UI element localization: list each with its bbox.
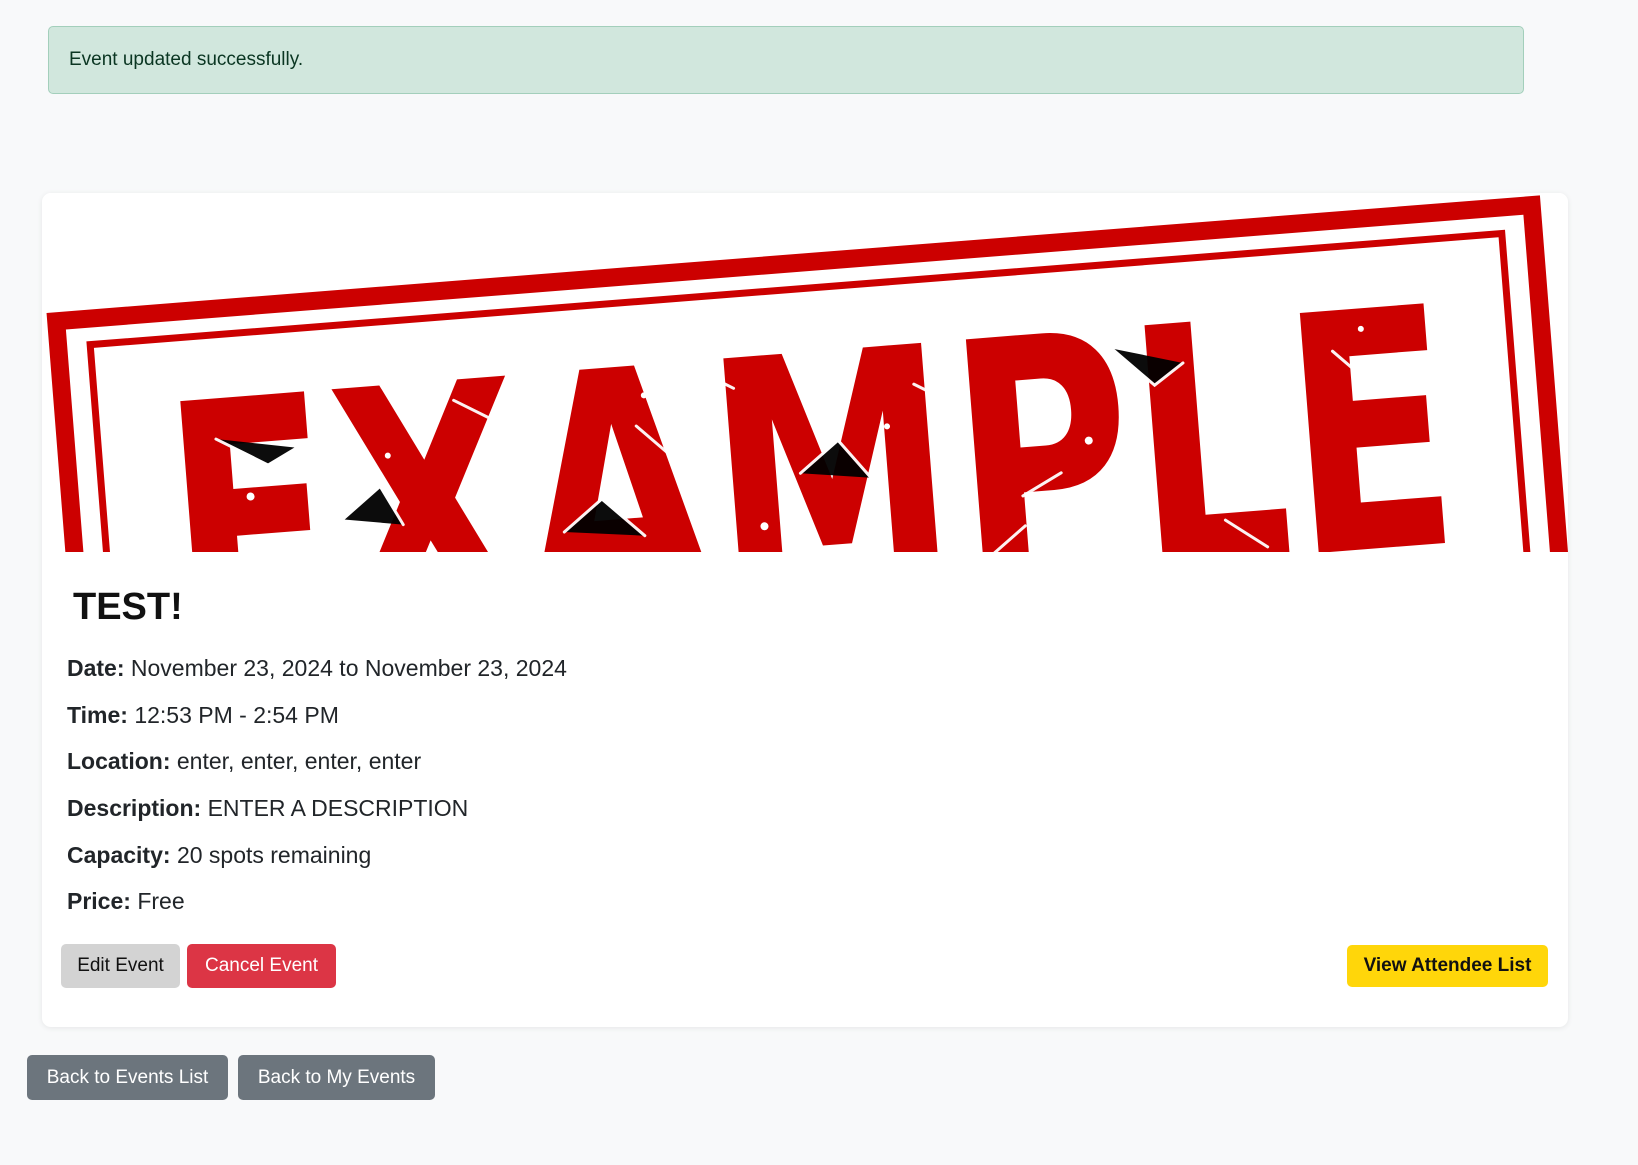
success-alert: Event updated successfully.: [48, 26, 1524, 94]
event-description-row: Description: ENTER A DESCRIPTION: [67, 793, 468, 823]
back-to-my-events-button[interactable]: Back to My Events: [238, 1055, 435, 1100]
event-time-row: Time: 12:53 PM - 2:54 PM: [67, 700, 339, 730]
cancel-event-button[interactable]: Cancel Event: [187, 944, 336, 988]
description-value: ENTER A DESCRIPTION: [207, 795, 469, 821]
time-value: 12:53 PM - 2:54 PM: [134, 702, 339, 728]
location-value: enter, enter, enter, enter: [176, 748, 422, 774]
alert-message: Event updated successfully.: [69, 49, 304, 70]
event-image: EXAMPLE: [42, 193, 1568, 552]
time-label: Time:: [67, 702, 128, 728]
event-date-row: Date: November 23, 2024 to November 23, …: [67, 653, 567, 683]
event-detail-page: Event updated successfully. EXAMPLE TEST…: [0, 0, 1638, 1165]
event-capacity-row: Capacity: 20 spots remaining: [67, 840, 371, 870]
back-to-events-list-button[interactable]: Back to Events List: [27, 1055, 228, 1100]
date-value: November 23, 2024 to November 23, 2024: [130, 655, 567, 681]
event-location-row: Location: enter, enter, enter, enter: [67, 746, 421, 776]
capacity-value: 20 spots remaining: [176, 842, 372, 868]
description-label: Description:: [67, 795, 202, 821]
view-attendee-list-button[interactable]: View Attendee List: [1347, 945, 1548, 987]
event-card: EXAMPLE TEST! Date: November 23, 2024 to…: [42, 193, 1568, 1027]
price-value: Free: [137, 888, 185, 914]
event-title: TEST!: [73, 586, 183, 628]
example-stamp-image: EXAMPLE: [46, 195, 1568, 552]
event-price-row: Price: Free: [67, 886, 185, 916]
edit-event-button[interactable]: Edit Event: [61, 944, 180, 988]
svg-text:EXAMPLE: EXAMPLE: [153, 236, 1469, 552]
price-label: Price:: [67, 888, 131, 914]
capacity-label: Capacity:: [67, 842, 171, 868]
location-label: Location:: [67, 748, 171, 774]
date-label: Date:: [67, 655, 125, 681]
